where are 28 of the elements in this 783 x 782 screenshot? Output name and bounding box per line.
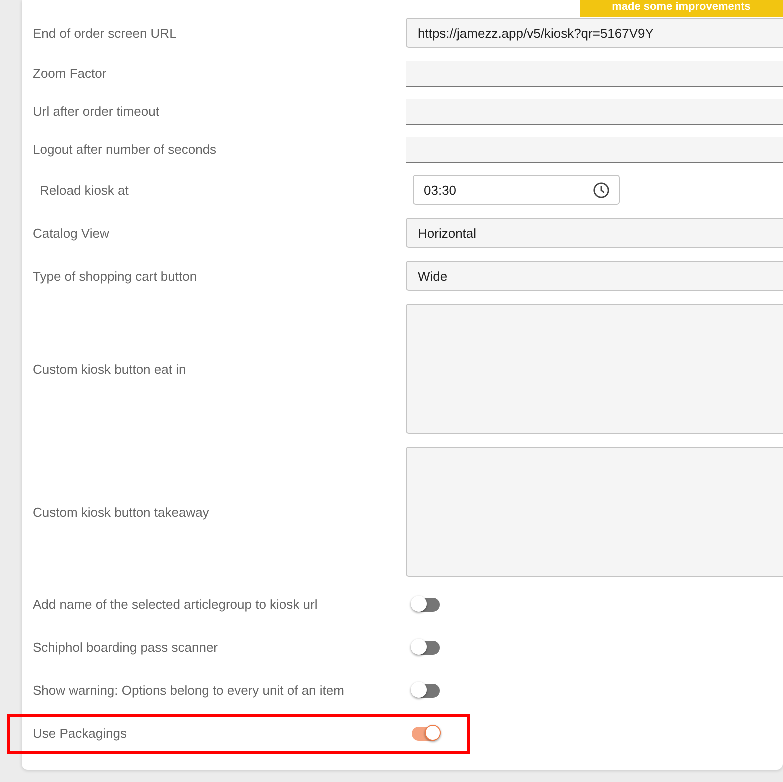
setting-label: End of order screen URL <box>33 26 178 40</box>
setting-label: Catalog View <box>33 226 110 240</box>
setting-label: Use Packagings <box>33 726 128 741</box>
setting-label: Url after order timeout <box>33 104 160 119</box>
setting-label: Custom kiosk button takeaway <box>33 504 210 520</box>
setting-label: Custom kiosk button eat in <box>33 362 188 376</box>
input-field[interactable] <box>406 136 783 162</box>
setting-label: Logout after number of seconds <box>33 142 218 157</box>
notification-banner: made some improvements <box>580 0 783 17</box>
setting-label: Schiphol boarding pass scanner <box>33 640 220 655</box>
setting-label: Reload kiosk at <box>39 182 130 198</box>
toggle-switch[interactable] <box>412 598 440 612</box>
toggle-switch[interactable] <box>412 640 440 654</box>
toggle-switch[interactable] <box>412 726 440 740</box>
clock-icon <box>593 182 610 198</box>
setting-label: Add name of the selected articlegroup to kiosk url <box>33 597 319 612</box>
setting-label: Type of shopping cart button <box>33 268 198 284</box>
text-area[interactable] <box>406 304 783 434</box>
select-field[interactable]: Wide <box>406 261 783 291</box>
input-field[interactable] <box>406 98 783 124</box>
input-field[interactable] <box>406 60 783 86</box>
setting-label: Show warning: Options belong to every unit of an item <box>33 683 346 698</box>
select-field[interactable]: Horizontal <box>406 218 783 248</box>
time-field[interactable]: 03:30 <box>413 175 620 205</box>
setting-label: Zoom Factor <box>33 66 108 81</box>
url-field[interactable]: https://jamezz.app/v5/kiosk?qr=5167V9Y <box>406 18 783 48</box>
text-area[interactable] <box>406 447 783 577</box>
toggle-switch[interactable] <box>412 684 440 698</box>
